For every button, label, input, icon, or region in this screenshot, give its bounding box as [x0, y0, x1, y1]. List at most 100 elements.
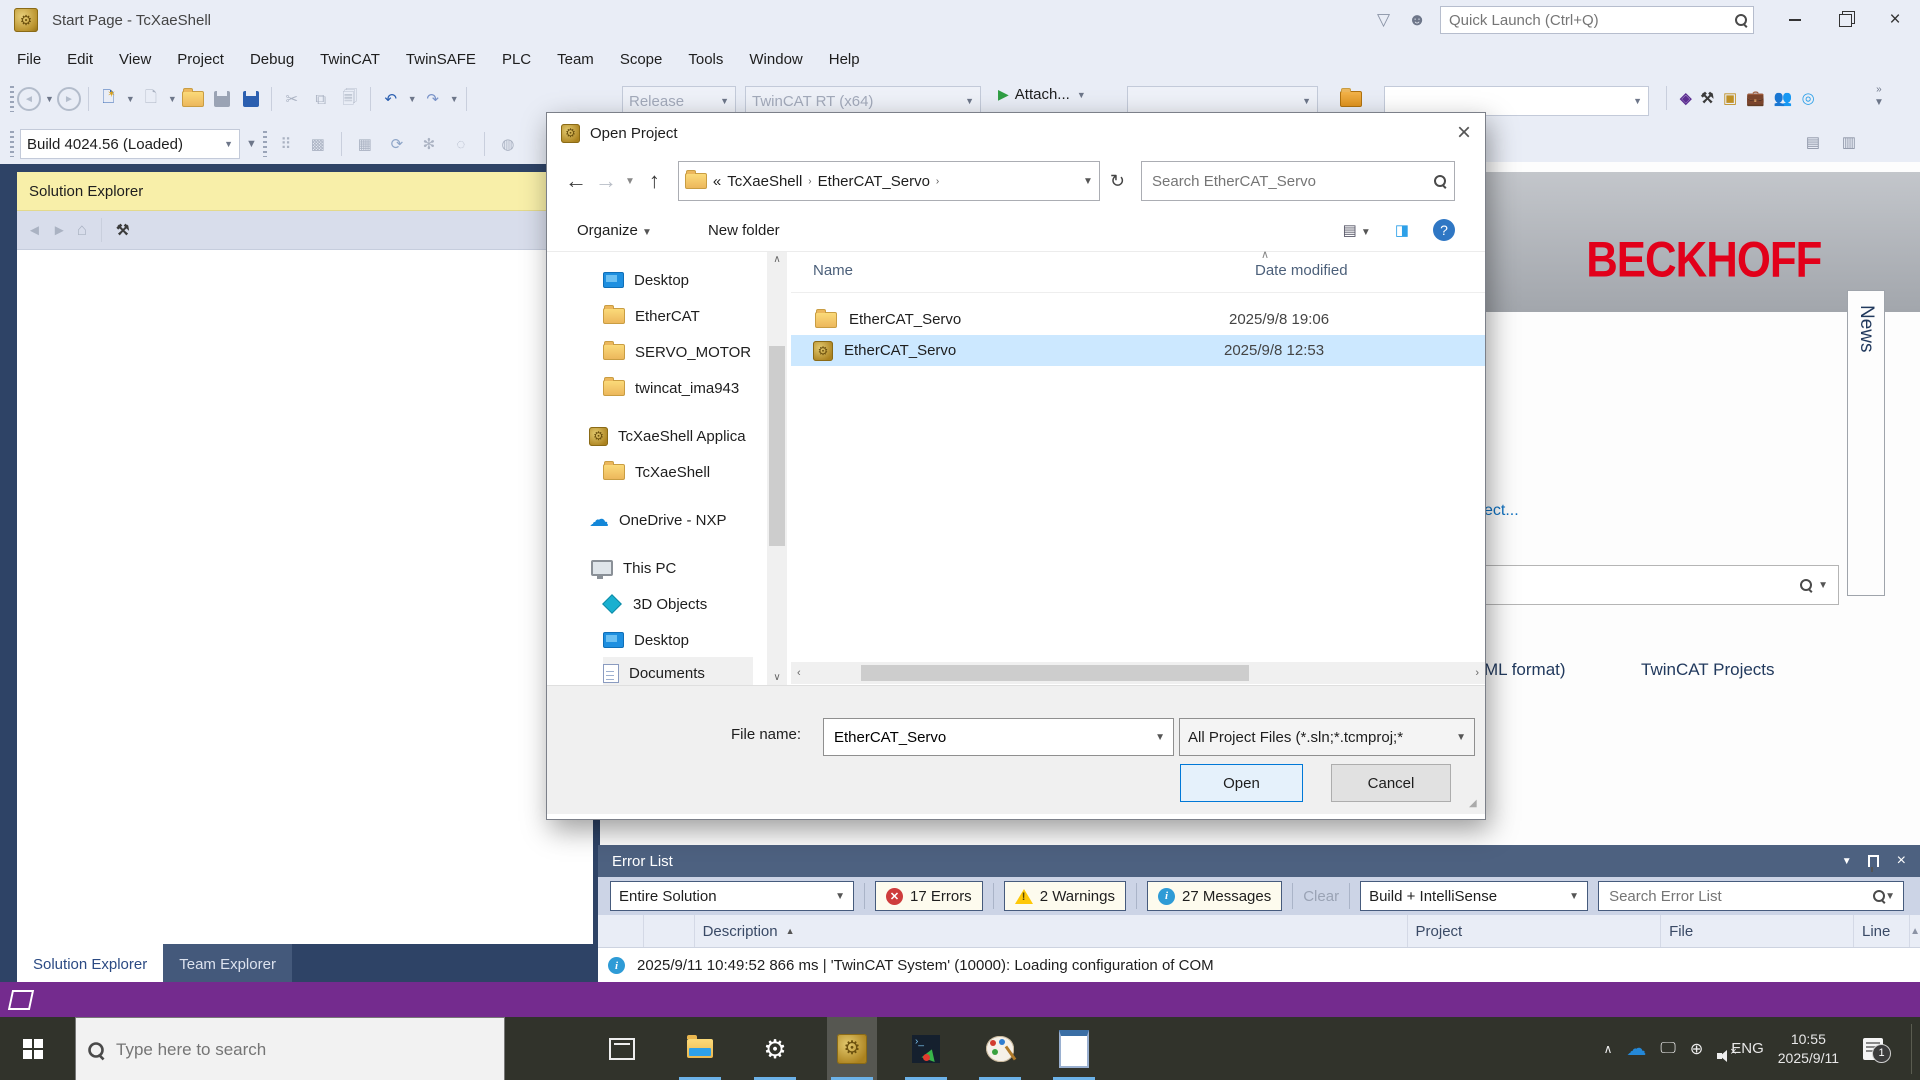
- paint-app-button[interactable]: [975, 1017, 1025, 1080]
- minimize-button[interactable]: [1770, 1, 1820, 39]
- horizontal-scrollbar[interactable]: ‹ ›: [791, 662, 1485, 684]
- file-type-combo[interactable]: All Project Files (*.sln;*.tcmproj;* ▼: [1179, 718, 1475, 756]
- feedback-person-icon[interactable]: ☻: [1408, 10, 1426, 30]
- twincat-projects-label[interactable]: TwinCAT Projects: [1641, 660, 1775, 680]
- vs-logo-icon[interactable]: ◈: [1680, 89, 1692, 107]
- tab-team-explorer[interactable]: Team Explorer: [163, 944, 292, 984]
- column-flag[interactable]: [644, 915, 694, 947]
- column-file[interactable]: File: [1661, 915, 1854, 947]
- navigate-forward-icon[interactable]: ►: [57, 87, 81, 111]
- help-icon[interactable]: ?: [1433, 219, 1455, 241]
- filter-icon[interactable]: ▽: [1377, 10, 1390, 30]
- file-name-combo[interactable]: ▼: [823, 718, 1174, 756]
- messages-toggle[interactable]: i 27 Messages: [1147, 881, 1282, 911]
- ring2-icon[interactable]: ◍: [495, 131, 521, 157]
- file-explorer-button[interactable]: [675, 1017, 725, 1080]
- open-project-link-fragment[interactable]: ect...: [1484, 502, 1519, 520]
- recent-locations-icon[interactable]: ▼: [625, 176, 635, 187]
- task-view-button[interactable]: [597, 1017, 647, 1080]
- calendar-icon[interactable]: ▥: [1836, 129, 1862, 155]
- notepad-window-button[interactable]: [1049, 1017, 1099, 1080]
- redo-icon[interactable]: ↷: [420, 86, 446, 112]
- scrollbar-thumb[interactable]: [861, 665, 1249, 681]
- organize-button[interactable]: Organize ▼: [577, 222, 652, 239]
- scrollbar-thumb[interactable]: [769, 346, 785, 546]
- save-icon[interactable]: [209, 86, 235, 112]
- address-dropdown-icon[interactable]: ▼: [1083, 176, 1093, 187]
- dialog-search-box[interactable]: [1141, 161, 1455, 201]
- choose-target-folder-icon[interactable]: [1338, 86, 1364, 112]
- open-file-icon[interactable]: [180, 86, 206, 112]
- open-button[interactable]: Open: [1180, 764, 1303, 802]
- grid-icon[interactable]: ▤: [1800, 129, 1826, 155]
- navigate-back-icon[interactable]: ◄: [17, 87, 41, 111]
- menu-twinsafe[interactable]: TwinSAFE: [393, 40, 489, 78]
- back-icon[interactable]: ←: [565, 168, 587, 194]
- nav-item-tcxaeshell[interactable]: TcXaeShell: [603, 456, 710, 488]
- notification-center-icon[interactable]: 1: [1863, 1038, 1883, 1060]
- chevron-down-icon[interactable]: ▼: [408, 94, 417, 104]
- restore-button[interactable]: [1820, 1, 1870, 39]
- chevron-down-icon[interactable]: ▼: [450, 94, 459, 104]
- scroll-up-icon[interactable]: ∧: [767, 254, 787, 265]
- warnings-toggle[interactable]: 2 Warnings: [1004, 881, 1126, 911]
- twincat-app-button-active[interactable]: ⚙: [827, 1017, 877, 1080]
- menu-plc[interactable]: PLC: [489, 40, 544, 78]
- toolbar-drag-handle[interactable]: [10, 131, 14, 157]
- reload-devices-icon[interactable]: ⟳: [384, 131, 410, 157]
- copy-icon[interactable]: ⧉: [308, 86, 334, 112]
- refresh-icon[interactable]: ↻: [1110, 171, 1125, 192]
- file-name-input[interactable]: [832, 728, 1155, 747]
- attach-play-icon[interactable]: ▶: [998, 86, 1009, 103]
- cancel-button[interactable]: Cancel: [1331, 764, 1451, 802]
- chevron-down-icon[interactable]: ▼: [45, 94, 54, 104]
- nav-item-tcxaeshell-application[interactable]: ⚙TcXaeShell Applica: [589, 420, 769, 452]
- undo-icon[interactable]: ↶: [378, 86, 404, 112]
- menu-team[interactable]: Team: [544, 40, 607, 78]
- module-icon[interactable]: ▦: [352, 131, 378, 157]
- forward-icon[interactable]: ►: [52, 222, 67, 239]
- new-project-icon[interactable]: 🗋✶: [96, 86, 122, 112]
- close-button[interactable]: ×: [1870, 1, 1920, 39]
- taskbar-search-input[interactable]: [114, 1039, 490, 1061]
- back-icon[interactable]: ◄: [27, 222, 42, 239]
- header-date-modified[interactable]: Date modified: [1255, 262, 1348, 279]
- nav-item-this-pc[interactable]: This PC: [591, 552, 676, 584]
- error-search-box[interactable]: ▼: [1598, 881, 1904, 911]
- file-row-folder[interactable]: EtherCAT_Servo 2025/9/8 19:06: [791, 304, 1485, 335]
- close-icon[interactable]: ×: [1897, 852, 1906, 870]
- column-line[interactable]: Line: [1854, 915, 1910, 947]
- file-row-project-selected[interactable]: ⚙ EtherCAT_Servo 2025/9/8 12:53: [791, 335, 1485, 366]
- header-name[interactable]: Name: [813, 262, 853, 279]
- scroll-down-icon[interactable]: ∨: [767, 672, 787, 683]
- toolbar-options-icon[interactable]: ▼: [1874, 97, 1884, 108]
- wand-icon[interactable]: ✻: [416, 131, 442, 157]
- news-tab[interactable]: News: [1847, 290, 1885, 596]
- sort-caret-icon[interactable]: ∧: [1261, 248, 1269, 261]
- nav-scrollbar[interactable]: ∧ ∨: [767, 252, 787, 685]
- breadcrumb-separator-icon[interactable]: ›: [808, 176, 811, 187]
- clock[interactable]: 10:55 2025/9/11: [1778, 1030, 1839, 1068]
- nav-item-twincat-ima943[interactable]: twincat_ima943: [603, 372, 739, 404]
- menu-edit[interactable]: Edit: [54, 40, 106, 78]
- home-icon[interactable]: ⌂: [77, 220, 87, 240]
- menu-scope[interactable]: Scope: [607, 40, 676, 78]
- quick-launch-input[interactable]: [1447, 11, 1735, 30]
- menu-help[interactable]: Help: [816, 40, 873, 78]
- menu-debug[interactable]: Debug: [237, 40, 307, 78]
- dialog-close-icon[interactable]: ×: [1457, 119, 1471, 147]
- cut-icon[interactable]: ✂: [279, 86, 305, 112]
- error-search-input[interactable]: [1607, 887, 1873, 906]
- onedrive-icon[interactable]: ☁: [1626, 1036, 1646, 1061]
- network-globe-icon[interactable]: ⊕: [1690, 1039, 1703, 1059]
- breadcrumb-separator-icon[interactable]: ›: [936, 176, 939, 187]
- error-list-row[interactable]: i 2025/9/11 10:49:52 866 ms | 'TwinCAT S…: [598, 948, 1920, 982]
- quick-launch-box[interactable]: [1440, 6, 1754, 34]
- solution-explorer-content[interactable]: [17, 250, 593, 944]
- media-app-button[interactable]: ›_: [901, 1017, 951, 1080]
- forward-icon[interactable]: →: [595, 168, 617, 194]
- preview-pane-icon[interactable]: ◨: [1395, 221, 1409, 239]
- nav-item-3d-objects[interactable]: 3D Objects: [605, 588, 707, 620]
- scroll-right-icon[interactable]: ›: [1469, 667, 1485, 679]
- taskbar-search-box[interactable]: [75, 1017, 505, 1080]
